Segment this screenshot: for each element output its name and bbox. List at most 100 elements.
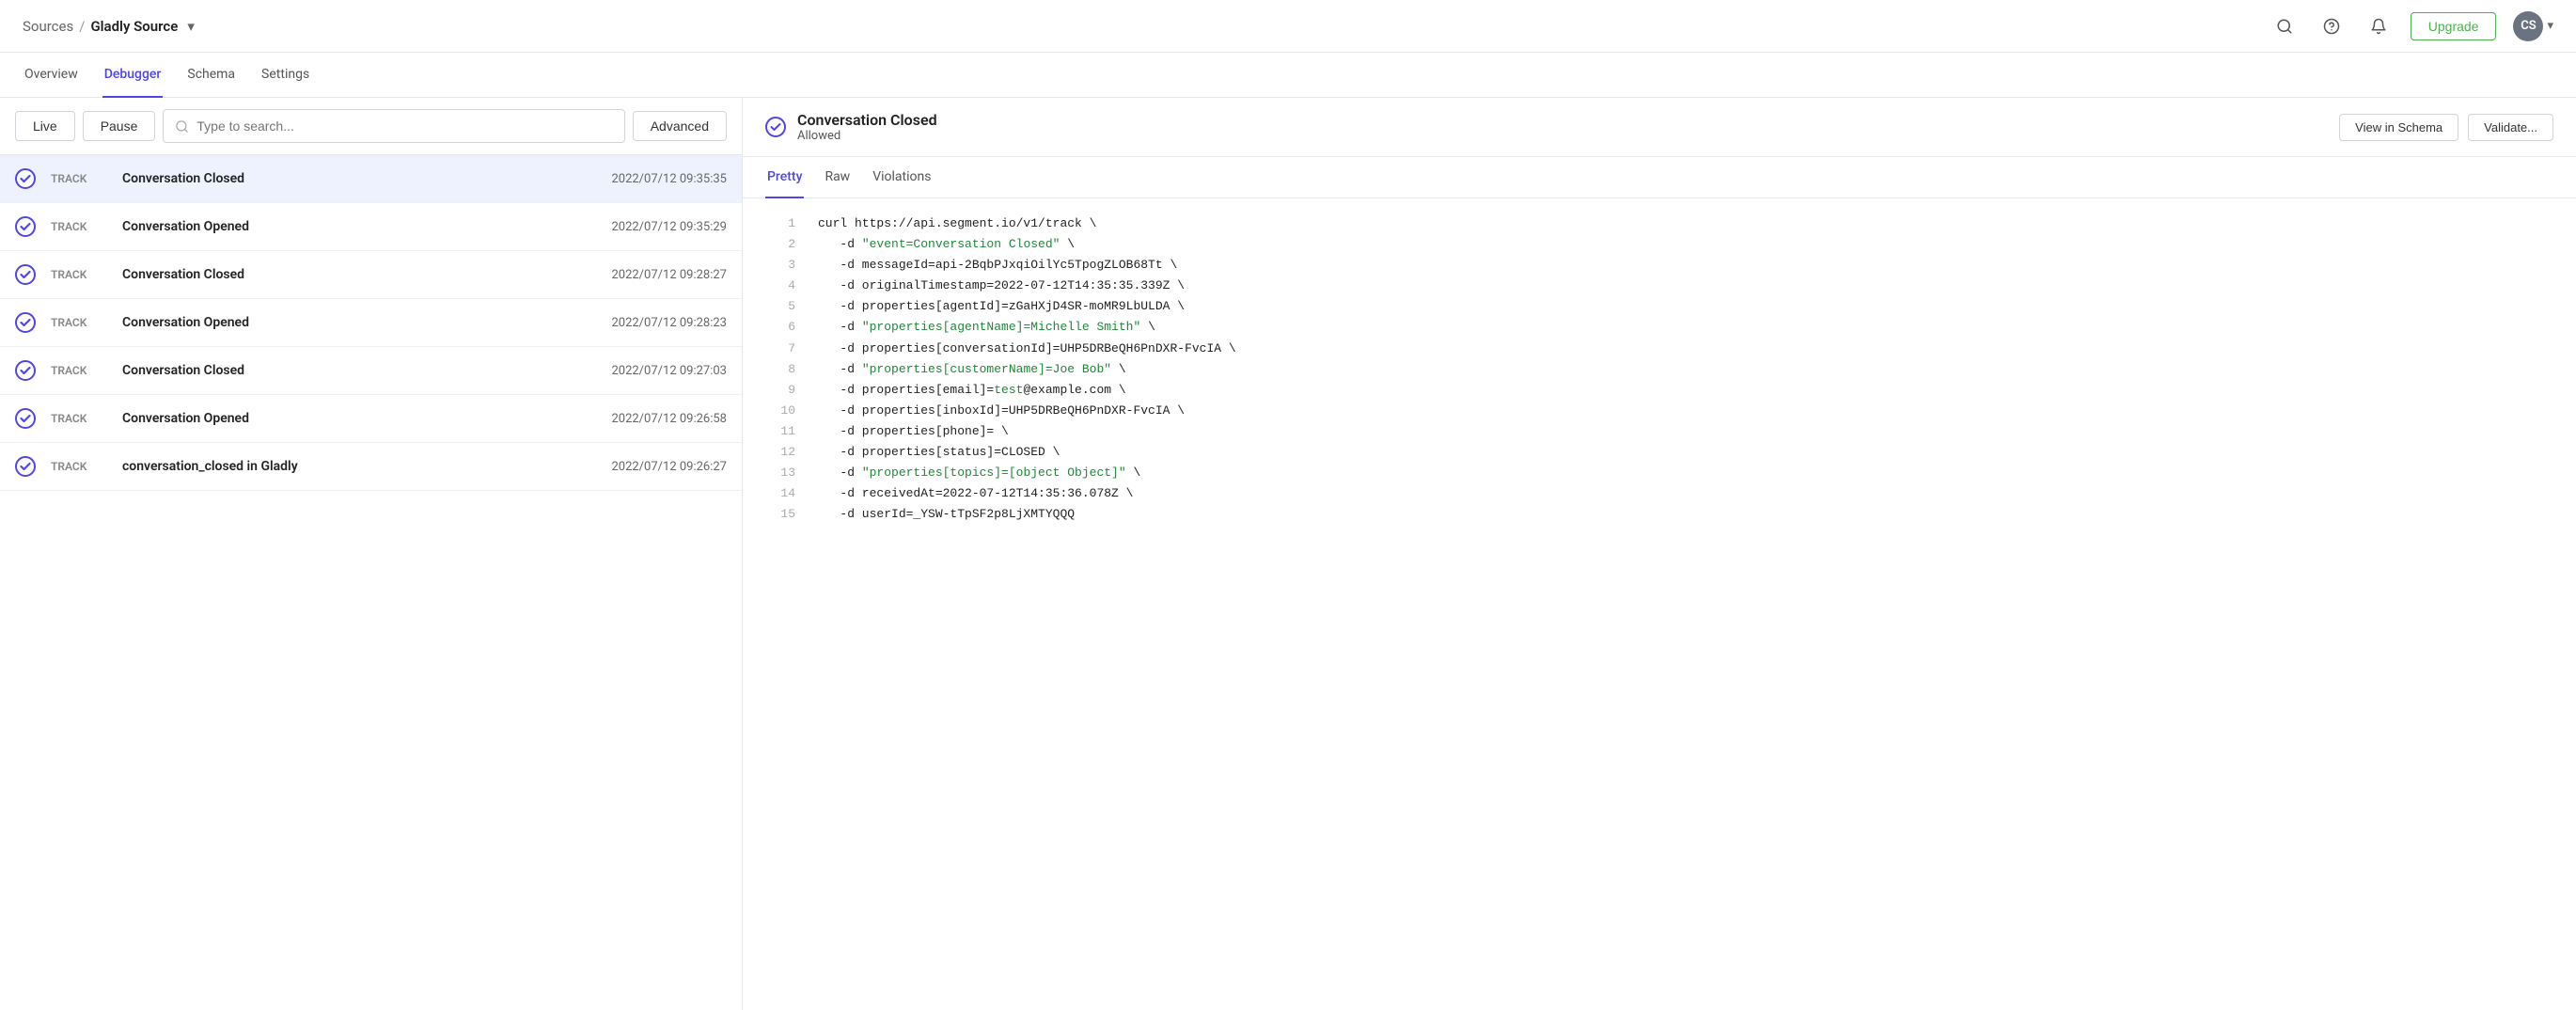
toolbar: Live Pause Advanced <box>0 98 742 155</box>
detail-header: Conversation Closed Allowed View in Sche… <box>743 98 2576 157</box>
line-number: 15 <box>765 504 795 525</box>
line-number: 13 <box>765 463 795 483</box>
event-check-icon <box>15 264 36 285</box>
advanced-button[interactable]: Advanced <box>633 111 727 141</box>
code-line: 14 -d receivedAt=2022-07-12T14:35:36.078… <box>765 483 2553 504</box>
notifications-button[interactable] <box>2364 11 2394 41</box>
search-icon <box>175 119 189 134</box>
avatar-dropdown-icon[interactable]: ▾ <box>2547 19 2553 33</box>
line-number: 6 <box>765 317 795 338</box>
code-line: 8 -d "properties[customerName]=Joe Bob" … <box>765 359 2553 380</box>
line-number: 11 <box>765 421 795 442</box>
breadcrumb-separator: / <box>79 18 85 35</box>
event-name-label: Conversation Opened <box>122 411 596 426</box>
tab-settings[interactable]: Settings <box>259 53 311 98</box>
table-row[interactable]: TRACK Conversation Opened 2022/07/12 09:… <box>0 203 742 251</box>
view-in-schema-button[interactable]: View in Schema <box>2339 114 2458 141</box>
table-row[interactable]: TRACK Conversation Closed 2022/07/12 09:… <box>0 347 742 395</box>
event-time-label: 2022/07/12 09:26:27 <box>611 460 727 474</box>
event-name-label: Conversation Closed <box>122 363 596 378</box>
code-line: 12 -d properties[status]=CLOSED \ <box>765 442 2553 463</box>
event-list: TRACK Conversation Closed 2022/07/12 09:… <box>0 155 742 1010</box>
left-panel: Live Pause Advanced TRACK Conversation C… <box>0 98 743 1010</box>
live-button[interactable]: Live <box>15 111 75 141</box>
line-content: -d userId=_YSW-tTpSF2p8LjXMTYQQQ <box>818 504 1075 525</box>
event-name-label: conversation_closed in Gladly <box>122 459 596 474</box>
code-display: 1 curl https://api.segment.io/v1/track \… <box>743 198 2576 1010</box>
event-type-label: TRACK <box>51 316 107 329</box>
table-row[interactable]: TRACK conversation_closed in Gladly 2022… <box>0 443 742 491</box>
event-check-icon <box>15 168 36 189</box>
table-row[interactable]: TRACK Conversation Opened 2022/07/12 09:… <box>0 299 742 347</box>
right-panel: Conversation Closed Allowed View in Sche… <box>743 98 2576 1010</box>
code-line: 5 -d properties[agentId]=zGaHXjD4SR-moMR… <box>765 296 2553 317</box>
code-line: 1 curl https://api.segment.io/v1/track \ <box>765 213 2553 234</box>
detail-title-group: Conversation Closed Allowed <box>797 111 937 143</box>
event-name-label: Conversation Opened <box>122 315 596 330</box>
breadcrumb-dropdown-icon[interactable]: ▾ <box>187 18 195 35</box>
search-button[interactable] <box>2270 11 2300 41</box>
sub-tab-raw[interactable]: Raw <box>823 157 852 198</box>
event-time-label: 2022/07/12 09:35:35 <box>611 172 727 186</box>
code-line: 7 -d properties[conversationId]=UHP5DRBe… <box>765 339 2553 359</box>
table-row[interactable]: TRACK Conversation Closed 2022/07/12 09:… <box>0 155 742 203</box>
event-name-label: Conversation Opened <box>122 219 596 234</box>
event-time-label: 2022/07/12 09:27:03 <box>611 364 727 378</box>
detail-status: Allowed <box>797 129 937 143</box>
line-content: curl https://api.segment.io/v1/track \ <box>818 213 1096 234</box>
line-content: -d properties[inboxId]=UHP5DRBeQH6PnDXR-… <box>818 401 1185 421</box>
sub-tab-violations[interactable]: Violations <box>871 157 933 198</box>
avatar: CS <box>2513 11 2543 41</box>
breadcrumb-sources[interactable]: Sources <box>23 18 73 35</box>
code-line: 11 -d properties[phone]= \ <box>765 421 2553 442</box>
help-button[interactable] <box>2317 11 2347 41</box>
line-content: -d properties[conversationId]=UHP5DRBeQH… <box>818 339 1236 359</box>
event-type-label: TRACK <box>51 460 107 473</box>
line-number: 14 <box>765 483 795 504</box>
code-line: 3 -d messageId=api-2BqbPJxqiOilYc5TpogZL… <box>765 255 2553 276</box>
line-number: 3 <box>765 255 795 276</box>
tab-schema[interactable]: Schema <box>185 53 237 98</box>
table-row[interactable]: TRACK Conversation Closed 2022/07/12 09:… <box>0 251 742 299</box>
line-number: 7 <box>765 339 795 359</box>
code-line: 10 -d properties[inboxId]=UHP5DRBeQH6PnD… <box>765 401 2553 421</box>
code-line: 2 -d "event=Conversation Closed" \ <box>765 234 2553 255</box>
breadcrumb-title: Gladly Source <box>90 18 178 35</box>
line-content: -d receivedAt=2022-07-12T14:35:36.078Z \ <box>818 483 1133 504</box>
event-check-icon <box>15 216 36 237</box>
line-number: 4 <box>765 276 795 296</box>
table-row[interactable]: TRACK Conversation Opened 2022/07/12 09:… <box>0 395 742 443</box>
event-type-label: TRACK <box>51 364 107 377</box>
line-content: -d properties[agentId]=zGaHXjD4SR-moMR9L… <box>818 296 1185 317</box>
event-name-label: Conversation Closed <box>122 267 596 282</box>
code-line: 9 -d properties[email]=test@example.com … <box>765 380 2553 401</box>
line-number: 12 <box>765 442 795 463</box>
line-number: 10 <box>765 401 795 421</box>
validate-button[interactable]: Validate... <box>2468 114 2553 141</box>
tab-debugger[interactable]: Debugger <box>102 53 164 98</box>
event-time-label: 2022/07/12 09:28:23 <box>611 316 727 330</box>
line-number: 9 <box>765 380 795 401</box>
line-number: 5 <box>765 296 795 317</box>
line-content: -d "properties[agentName]=Michelle Smith… <box>818 317 1155 338</box>
search-box <box>163 109 624 143</box>
event-check-icon <box>15 456 36 477</box>
status-icon <box>765 117 786 137</box>
header-actions: Upgrade CS ▾ <box>2270 11 2553 41</box>
event-type-label: TRACK <box>51 172 107 185</box>
sub-tab-pretty[interactable]: Pretty <box>765 157 804 198</box>
event-check-icon <box>15 312 36 333</box>
event-type-label: TRACK <box>51 220 107 233</box>
pause-button[interactable]: Pause <box>83 111 156 141</box>
event-check-icon <box>15 360 36 381</box>
line-content: -d "properties[topics]=[object Object]" … <box>818 463 1140 483</box>
line-number: 8 <box>765 359 795 380</box>
user-avatar-container[interactable]: CS ▾ <box>2513 11 2553 41</box>
search-input[interactable] <box>196 118 612 134</box>
event-time-label: 2022/07/12 09:35:29 <box>611 220 727 234</box>
tab-overview[interactable]: Overview <box>23 53 80 98</box>
code-line: 6 -d "properties[agentName]=Michelle Smi… <box>765 317 2553 338</box>
upgrade-button[interactable]: Upgrade <box>2411 12 2497 40</box>
code-line: 13 -d "properties[topics]=[object Object… <box>765 463 2553 483</box>
detail-sub-tabs: Pretty Raw Violations <box>743 157 2576 198</box>
